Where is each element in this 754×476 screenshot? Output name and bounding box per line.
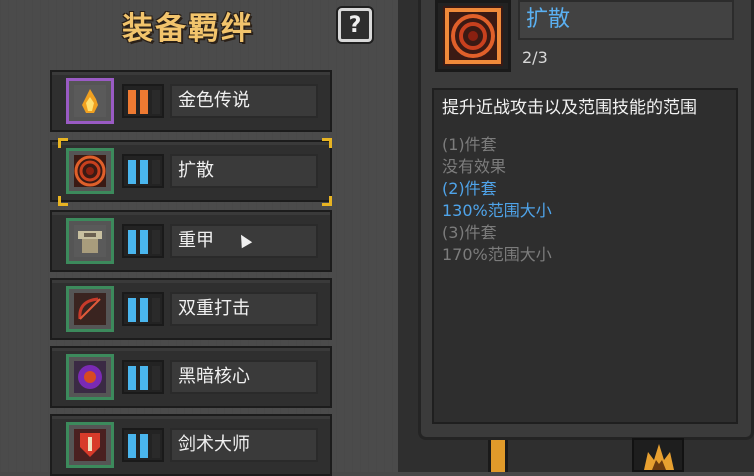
tier-2-label: (2)件套 [442,179,497,198]
set-name: 金色传说 [170,84,318,118]
set-icon-frame [66,354,114,400]
set-progress-bars [122,292,164,326]
set-icon-frame [66,78,114,124]
set-progress-bars [122,360,164,394]
description-box: 提升近战攻击以及范围技能的范围 (1)件套 没有效果 (2)件套 130%范围大… [432,88,738,424]
detail-count: 2/3 [522,48,548,67]
spread-rings-icon [443,6,503,66]
selection-corner [322,138,332,148]
help-button[interactable]: ? [338,8,372,42]
set-progress-bars [122,428,164,462]
set-row-sword-master[interactable]: 剑术大师 [50,414,332,476]
set-progress-bars [122,224,164,258]
selection-corner [58,196,68,206]
set-icon-frame [66,148,114,194]
set-name: 双重打击 [170,292,318,326]
set-icon-frame [66,218,114,264]
tier-2-effect: 130%范围大小 [442,201,552,220]
set-name: 黑暗核心 [170,360,318,394]
set-row-spread[interactable]: 扩散 [50,140,332,202]
tier-3-effect: 170%范围大小 [442,245,552,264]
set-icon-frame [66,422,114,468]
panel-title: 装备羁绊 [122,11,254,47]
detail-icon-frame [435,0,511,72]
set-description: 提升近战攻击以及范围技能的范围 [442,98,697,118]
set-row-golden-legend[interactable]: 金色传说 [50,70,332,132]
tier-3-label: (3)件套 [442,223,497,242]
flame-emblem-icon [644,444,674,470]
set-progress-bars [122,154,164,188]
tier-1-label: (1)件套 [442,135,497,154]
scroll-rail [488,440,508,472]
help-icon: ? [348,12,362,38]
detail-title: 扩散 [518,0,734,40]
set-progress-bars [122,84,164,118]
selection-corner [322,196,332,206]
set-name: 剑术大师 [170,428,318,462]
golden-flame-icon [74,85,106,117]
tier-1-effect: 没有效果 [442,157,507,176]
selection-corner [58,138,68,148]
set-row-heavy-armor[interactable]: 重甲 [50,210,332,272]
double-strike-bow-icon [74,293,106,325]
set-icon-frame [66,286,114,332]
dark-core-icon [74,361,106,393]
bottom-item-slot [632,438,684,472]
heavy-armor-icon [74,225,106,257]
spread-rings-icon [74,155,106,187]
sword-master-shield-icon [74,429,106,461]
set-name: 扩散 [170,154,318,188]
set-row-dark-core[interactable]: 黑暗核心 [50,346,332,408]
set-row-double-strike[interactable]: 双重打击 [50,278,332,340]
